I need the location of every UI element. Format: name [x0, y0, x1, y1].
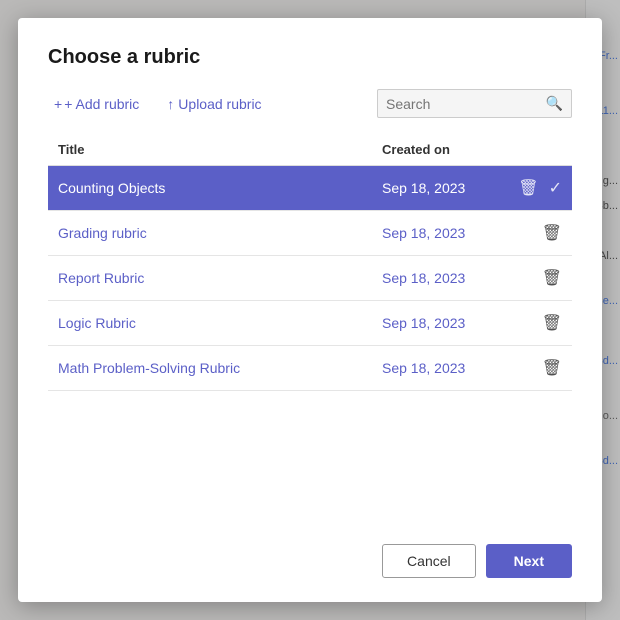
- rubric-title: Grading rubric: [48, 211, 372, 256]
- rubric-date: Sep 18, 2023: [372, 301, 502, 346]
- col-title: Title: [48, 134, 372, 166]
- add-rubric-label: + Add rubric: [64, 96, 139, 112]
- table-row[interactable]: Counting ObjectsSep 18, 2023🗑✓: [48, 166, 572, 211]
- table-row[interactable]: Math Problem-Solving RubricSep 18, 2023 🗑: [48, 346, 572, 391]
- modal-overlay: Choose a rubric + + Add rubric ↑ Upload …: [0, 0, 620, 620]
- rubric-actions: 🗑: [502, 346, 572, 391]
- action-icons-group: 🗑✓: [512, 178, 562, 198]
- modal-title: Choose a rubric: [48, 46, 572, 69]
- table-row[interactable]: Logic RubricSep 18, 2023 🗑: [48, 301, 572, 346]
- action-icons-group: 🗑: [512, 223, 562, 243]
- search-box[interactable]: 🔍: [377, 89, 572, 118]
- search-icon: 🔍: [546, 95, 563, 112]
- modal-toolbar: + + Add rubric ↑ Upload rubric 🔍: [48, 89, 572, 118]
- table-row[interactable]: Grading rubricSep 18, 2023 🗑: [48, 211, 572, 256]
- col-created: Created on: [372, 134, 502, 166]
- modal-footer: Cancel Next: [48, 524, 572, 578]
- rubric-date: Sep 18, 2023: [372, 166, 502, 211]
- table-header-row: Title Created on: [48, 134, 572, 166]
- trash-icon[interactable]: 🗑: [542, 223, 562, 243]
- rubric-title: Logic Rubric: [48, 301, 372, 346]
- trash-icon[interactable]: 🗑: [542, 313, 562, 333]
- action-icons-group: 🗑: [512, 358, 562, 378]
- action-icons-group: 🗑: [512, 313, 562, 333]
- trash-icon[interactable]: 🗑: [542, 268, 562, 288]
- trash-icon[interactable]: 🗑: [518, 178, 538, 198]
- rubric-actions: 🗑: [502, 211, 572, 256]
- rubric-table: Title Created on Counting ObjectsSep 18,…: [48, 134, 572, 391]
- add-rubric-button[interactable]: + + Add rubric: [48, 92, 145, 116]
- rubric-table-body: Counting ObjectsSep 18, 2023🗑✓Grading ru…: [48, 166, 572, 391]
- rubric-title: Counting Objects: [48, 166, 372, 211]
- rubric-table-container: Title Created on Counting ObjectsSep 18,…: [48, 134, 572, 524]
- rubric-date: Sep 18, 2023: [372, 256, 502, 301]
- plus-icon: +: [54, 96, 62, 112]
- rubric-date: Sep 18, 2023: [372, 346, 502, 391]
- table-row[interactable]: Report RubricSep 18, 2023 🗑: [48, 256, 572, 301]
- rubric-actions: 🗑: [502, 256, 572, 301]
- cancel-button[interactable]: Cancel: [382, 544, 476, 578]
- upload-icon: ↑: [167, 96, 174, 112]
- rubric-title: Report Rubric: [48, 256, 372, 301]
- trash-icon[interactable]: 🗑: [542, 358, 562, 378]
- rubric-date: Sep 18, 2023: [372, 211, 502, 256]
- choose-rubric-modal: Choose a rubric + + Add rubric ↑ Upload …: [18, 18, 602, 602]
- col-actions: [502, 134, 572, 166]
- upload-rubric-button[interactable]: ↑ Upload rubric: [161, 92, 267, 116]
- upload-rubric-label: Upload rubric: [178, 96, 261, 112]
- rubric-actions: 🗑✓: [502, 166, 572, 211]
- search-input[interactable]: [386, 96, 542, 112]
- toolbar-left: + + Add rubric ↑ Upload rubric: [48, 92, 268, 116]
- check-icon: ✓: [549, 178, 562, 198]
- rubric-title: Math Problem-Solving Rubric: [48, 346, 372, 391]
- rubric-actions: 🗑: [502, 301, 572, 346]
- next-button[interactable]: Next: [486, 544, 572, 578]
- action-icons-group: 🗑: [512, 268, 562, 288]
